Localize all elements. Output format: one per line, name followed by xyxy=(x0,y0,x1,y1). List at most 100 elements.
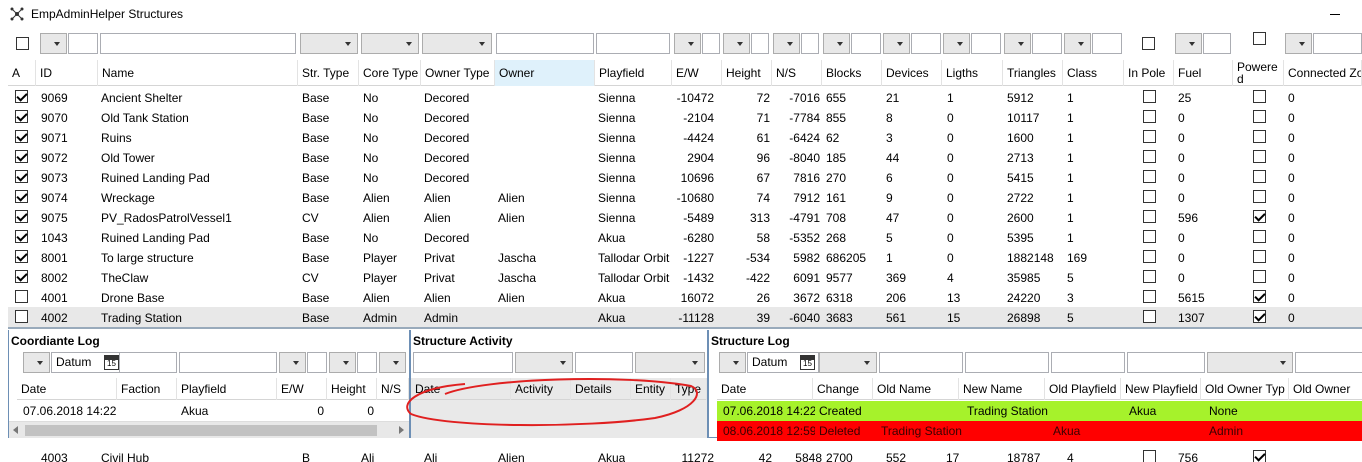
col-header-id[interactable]: ID xyxy=(36,60,98,86)
cell-active-checkbox[interactable] xyxy=(15,290,28,303)
filter-id-op[interactable] xyxy=(40,33,67,54)
coord-hscroll-thumb[interactable] xyxy=(25,425,377,436)
col-header-inpole[interactable]: In Pole xyxy=(1124,60,1174,86)
filter-devices-op[interactable] xyxy=(883,33,910,54)
cell-active-checkbox[interactable] xyxy=(15,270,28,283)
slog-oldname-input[interactable] xyxy=(879,352,963,373)
filter-id-input[interactable] xyxy=(68,33,98,54)
col-header-strtype[interactable]: Str. Type xyxy=(298,60,359,86)
col-header-connected[interactable]: Connected Zo xyxy=(1284,60,1362,86)
slog-col-newname[interactable]: New Name xyxy=(959,378,1045,400)
col-header-fuel[interactable]: Fuel xyxy=(1174,60,1233,86)
coord-date-op[interactable] xyxy=(23,352,50,373)
activity-type-select[interactable] xyxy=(515,352,573,373)
table-row[interactable]: 9073 Ruined Landing Pad Base No Decored Sienn… xyxy=(8,167,1362,187)
cell-powered-checkbox[interactable] xyxy=(1253,210,1266,223)
filter-connected-op[interactable] xyxy=(1285,33,1312,54)
table-row[interactable]: 8002 TheClaw CV Player Privat Jascha Tallodar … xyxy=(8,267,1362,287)
col-header-lights[interactable]: Ligths xyxy=(942,60,1003,86)
coord-hscrollbar[interactable] xyxy=(9,421,409,438)
col-header-ns[interactable]: N/S xyxy=(772,60,822,86)
filter-class-input[interactable] xyxy=(1092,33,1122,54)
cell-active-checkbox[interactable] xyxy=(15,130,28,143)
splitter[interactable] xyxy=(8,327,1362,329)
filter-playfield-input[interactable] xyxy=(596,33,670,54)
col-header-blocks[interactable]: Blocks xyxy=(822,60,882,86)
filter-owner-input[interactable] xyxy=(496,33,594,54)
filter-triangles-input[interactable] xyxy=(1032,33,1062,54)
filter-active-checkbox[interactable] xyxy=(16,37,29,50)
minimize-button[interactable] xyxy=(1318,0,1362,28)
col-header-playfield[interactable]: Playfield xyxy=(595,60,672,86)
table-row[interactable]: 4002 Trading Station Base Admin Admin Akua -11… xyxy=(8,307,1362,327)
filter-ew-op[interactable] xyxy=(674,33,701,54)
activity-date-input[interactable] xyxy=(413,352,513,373)
coord-ew-op[interactable] xyxy=(279,352,306,373)
cell-inpole-checkbox[interactable] xyxy=(1143,310,1156,323)
coord-col-ew[interactable]: E/W xyxy=(277,378,327,400)
filter-coretype-select[interactable] xyxy=(361,33,419,54)
cell-inpole-checkbox[interactable] xyxy=(1143,290,1156,303)
cell-inpole-checkbox[interactable] xyxy=(1143,90,1156,103)
cell-powered-checkbox[interactable] xyxy=(1253,190,1266,203)
cell-powered-checkbox[interactable] xyxy=(1253,130,1266,143)
filter-height-input[interactable] xyxy=(751,33,769,54)
filter-class-op[interactable] xyxy=(1064,33,1091,54)
scroll-right-icon[interactable] xyxy=(399,426,404,434)
filter-connected-input[interactable] xyxy=(1313,33,1362,54)
coord-ew-input[interactable] xyxy=(307,352,327,373)
table-row[interactable]: 8001 To large structure Base Player Privat Ja… xyxy=(8,247,1362,267)
col-header-class[interactable]: Class xyxy=(1063,60,1124,86)
cell-inpole-checkbox[interactable] xyxy=(1143,110,1156,123)
cell-active-checkbox[interactable] xyxy=(15,90,28,103)
filter-strtype-select[interactable] xyxy=(300,33,358,54)
cell-powered-checkbox[interactable] xyxy=(1253,290,1266,303)
coord-col-faction[interactable]: Faction xyxy=(117,378,177,400)
cell-inpole-checkbox[interactable] xyxy=(1143,230,1156,243)
cell-inpole-checkbox[interactable] xyxy=(1143,150,1156,163)
filter-ownertype-select[interactable] xyxy=(422,33,492,54)
cell-inpole-checkbox[interactable] xyxy=(1143,270,1156,283)
filter-triangles-op[interactable] xyxy=(1004,33,1031,54)
slog-newname-input[interactable] xyxy=(965,352,1049,373)
slog-col-oldpf[interactable]: Old Playfield xyxy=(1045,378,1121,400)
cell-powered-checkbox[interactable] xyxy=(1253,150,1266,163)
slog-oowner-input[interactable] xyxy=(1295,352,1362,373)
slog-row[interactable]: 08.06.2018 12:59 Deleted Trading Station Ak… xyxy=(717,421,1362,441)
col-header-owner[interactable]: Owner xyxy=(495,60,595,86)
cell-active-checkbox[interactable] xyxy=(15,170,28,183)
cell-inpole-checkbox[interactable] xyxy=(1143,210,1156,223)
cell-powered-checkbox[interactable] xyxy=(1253,110,1266,123)
cell-powered-checkbox[interactable] xyxy=(1253,90,1266,103)
slog-change-select[interactable] xyxy=(819,352,877,373)
filter-fuel-op[interactable] xyxy=(1175,33,1202,54)
cell-powered-checkbox[interactable] xyxy=(1253,450,1266,462)
col-header-ownertype[interactable]: Owner Type xyxy=(421,60,495,86)
coord-row[interactable]: 07.06.2018 14:22 Akua 0 0 xyxy=(17,401,409,421)
slog-ootype-select[interactable] xyxy=(1207,352,1293,373)
table-row[interactable]: 9072 Old Tower Base No Decored Sienna 2904 96 -8… xyxy=(8,147,1362,167)
cell-inpole-checkbox[interactable] xyxy=(1143,250,1156,263)
calendar-icon[interactable]: 15 xyxy=(800,355,815,370)
coord-playfield-input[interactable] xyxy=(179,352,277,373)
table-row[interactable]: 9075 PV_RadosPatrolVessel1 CV Alien Alien Ali… xyxy=(8,207,1362,227)
slog-oldpf-input[interactable] xyxy=(1051,352,1125,373)
coord-date-picker[interactable]: Datum 15 xyxy=(51,352,123,373)
table-row[interactable]: 9074 Wreckage Base Alien Alien Alien Sienna -10… xyxy=(8,187,1362,207)
col-header-devices[interactable]: Devices xyxy=(882,60,942,86)
coord-height-input[interactable] xyxy=(357,352,377,373)
table-row[interactable]: 4001 Drone Base Base Alien Alien Alien Akua 160… xyxy=(8,287,1362,307)
cell-inpole-checkbox[interactable] xyxy=(1143,450,1156,462)
filter-devices-input[interactable] xyxy=(911,33,941,54)
filter-height-op[interactable] xyxy=(723,33,750,54)
filter-ew-input[interactable] xyxy=(702,33,720,54)
col-header-name[interactable]: Name xyxy=(98,60,298,86)
slog-col-date[interactable]: Date xyxy=(717,378,813,400)
table-row[interactable]: 1043 Ruined Landing Pad Base No Decored Akua -… xyxy=(8,227,1362,247)
activity-details-input[interactable] xyxy=(575,352,633,373)
slog-col-ootype[interactable]: Old Owner Typ xyxy=(1201,378,1289,400)
activity-entity-select[interactable] xyxy=(635,352,705,373)
slog-date-op[interactable] xyxy=(719,352,746,373)
cell-active-checkbox[interactable] xyxy=(15,150,28,163)
scroll-left-icon[interactable] xyxy=(13,426,18,434)
